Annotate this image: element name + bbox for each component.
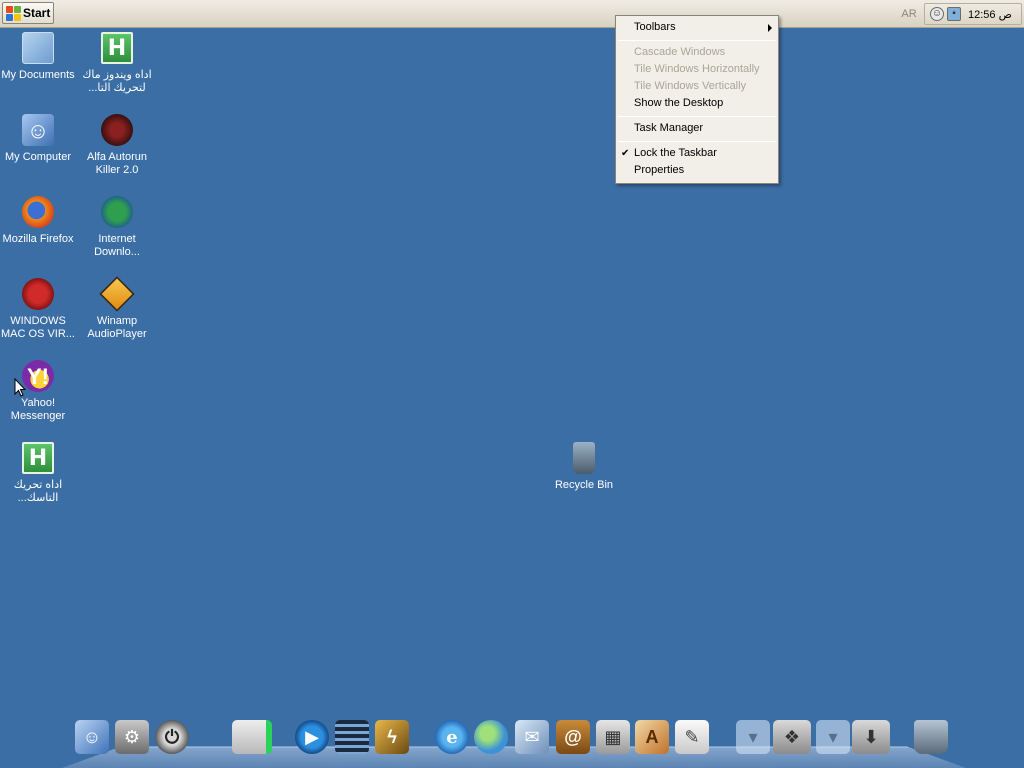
menu-item-label: Task Manager [634, 122, 704, 134]
icon-label: WINDOWS [10, 315, 66, 327]
menu-item-label: Show the Desktop [634, 97, 724, 109]
address-book-icon[interactable]: @ [556, 720, 590, 754]
start-label: Start [23, 6, 51, 20]
mouse-cursor-icon [14, 378, 26, 397]
trash-icon[interactable] [914, 720, 948, 754]
submenu-arrow-icon [768, 24, 772, 32]
network-icon[interactable]: ▪ [947, 7, 961, 21]
power-icon[interactable]: ⏻ [155, 720, 189, 754]
system-tray: ☺ ▪ ص 12:56 [924, 3, 1022, 25]
menu-item-label: Cascade Windows [634, 46, 726, 58]
drive-icon[interactable] [232, 720, 272, 754]
menu-separator [618, 116, 776, 117]
desktop-icon-winamp[interactable]: Winamp AudioPlayer [79, 276, 155, 341]
menu-item-cascade-windows[interactable]: Cascade Windows [616, 44, 778, 61]
icon-label-line2: MAC OS VIR... [1, 328, 75, 340]
icon-label: My Documents [1, 69, 75, 81]
icon-label: My Computer [4, 151, 72, 163]
mac-finder-icon: ☺ [22, 114, 54, 146]
icon-label-line2: Messenger [10, 410, 66, 422]
icon-label-line2: Downlo... [94, 246, 140, 258]
menu-separator [618, 40, 776, 41]
icon-label-line2: AudioPlayer [87, 328, 147, 340]
firefox-icon [22, 196, 54, 228]
desktop-icon-my-computer[interactable]: ☺ My Computer [0, 114, 76, 164]
menu-item-tile-vertically[interactable]: Tile Windows Vertically [616, 78, 778, 95]
messenger-icon[interactable] [474, 720, 508, 754]
desktop-icon-yahoo-messenger[interactable]: Y! Yahoo! Messenger [0, 360, 76, 423]
folder-documents-icon [22, 32, 54, 64]
stack-icon[interactable]: ▾ [736, 720, 770, 754]
desktop-icon-my-documents[interactable]: My Documents [0, 32, 76, 82]
icon-label: Alfa Autorun [87, 151, 147, 163]
icon-label-line2: Killer 2.0 [95, 164, 139, 176]
desktop-icon-tool-arabic-1[interactable]: H اداه ويندوز ماك ...لتحريك التا [79, 32, 155, 95]
desktop-icon-alfa-autorun[interactable]: Alfa Autorun Killer 2.0 [79, 114, 155, 177]
menu-item-label: Properties [634, 164, 685, 176]
tray-clock[interactable]: ص 12:56 [968, 8, 1012, 21]
icon-label: Winamp [96, 315, 138, 327]
desktop-icon-recycle-bin[interactable]: Recycle Bin [546, 442, 622, 492]
winamp-icon[interactable]: ϟ [375, 720, 409, 754]
desktop-icon-windows-mac-os[interactable]: WINDOWS MAC OS VIR... [0, 278, 76, 341]
taskbar-context-menu: Toolbars Cascade Windows Tile Windows Ho… [615, 15, 779, 184]
menu-item-label: Lock the Taskbar [634, 147, 717, 159]
menu-separator [618, 141, 776, 142]
icon-label-line2: ...لتحريك التا [88, 82, 146, 94]
icon-label: اداه تحريك [13, 479, 63, 491]
icon-label-line2: ...التاسك [17, 492, 59, 504]
notes-icon[interactable]: ✎ [675, 720, 709, 754]
menu-item-toolbars[interactable]: Toolbars [616, 19, 778, 36]
checkmark-icon: ✔ [621, 148, 630, 159]
mail-icon[interactable]: ✉ [515, 720, 549, 754]
desktop-icon-tool-arabic-2[interactable]: H اداه تحريك ...التاسك [0, 442, 76, 505]
quicktime-icon[interactable]: ▶ [295, 720, 329, 754]
start-button[interactable]: Start [2, 2, 54, 24]
recycle-bin-icon [573, 442, 595, 474]
menu-item-properties[interactable]: Properties [616, 162, 778, 179]
taskbar: Start AR ☺ ▪ ص 12:56 [0, 0, 1024, 28]
system-preferences-icon[interactable]: ⚙ [115, 720, 149, 754]
smiley-icon[interactable]: ☺ [930, 7, 944, 21]
film-icon[interactable] [335, 720, 369, 754]
killer-icon [101, 114, 133, 146]
menu-item-tile-horizontally[interactable]: Tile Windows Horizontally [616, 61, 778, 78]
downloads-icon[interactable]: ⬇ [852, 720, 890, 754]
icon-label: Recycle Bin [554, 479, 614, 491]
yahoo-icon: Y! [22, 360, 54, 392]
folder-apps-icon[interactable]: ❖ [773, 720, 811, 754]
idm-icon [101, 196, 133, 228]
icon-label: Yahoo! [20, 397, 56, 409]
winamp-icon [99, 276, 135, 312]
menu-item-lock-taskbar[interactable]: ✔ Lock the Taskbar [616, 145, 778, 162]
app-store-icon[interactable]: A [635, 720, 669, 754]
h-green-icon: H [22, 442, 54, 474]
internet-explorer-icon[interactable]: e [435, 720, 469, 754]
menu-item-task-manager[interactable]: Task Manager [616, 120, 778, 137]
menu-item-show-desktop[interactable]: Show the Desktop [616, 95, 778, 112]
h-green-icon: H [101, 32, 133, 64]
language-indicator[interactable]: AR [899, 6, 919, 22]
icon-label: Internet [98, 233, 136, 245]
windows-logo-icon [6, 5, 21, 21]
finder-icon[interactable]: ☺ [75, 720, 109, 754]
icon-label: Mozilla Firefox [2, 233, 74, 245]
stack-icon[interactable]: ▾ [816, 720, 850, 754]
icon-label: اداه ويندوز ماك [82, 69, 152, 81]
calculator-icon[interactable]: ▦ [596, 720, 630, 754]
menu-item-label: Tile Windows Horizontally [634, 63, 760, 75]
menu-item-label: Toolbars [634, 21, 676, 33]
desktop-icon-internet-download[interactable]: Internet Downlo... [79, 196, 155, 259]
desktop-icon-firefox[interactable]: Mozilla Firefox [0, 196, 76, 246]
menu-item-label: Tile Windows Vertically [634, 80, 747, 92]
virus-icon [22, 278, 54, 310]
